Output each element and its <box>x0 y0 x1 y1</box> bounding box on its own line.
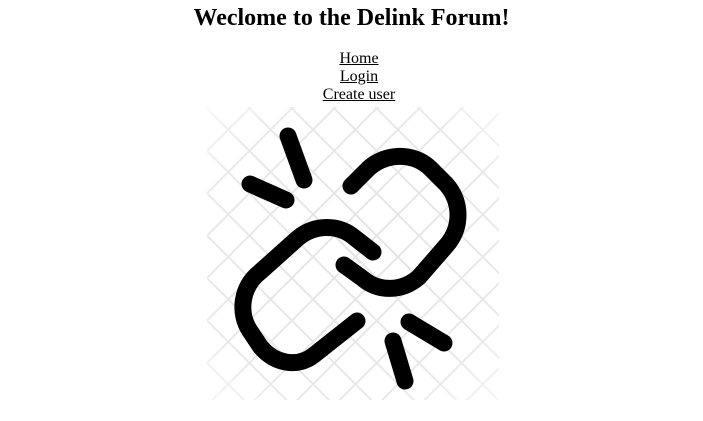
main-nav: Home Login Create user <box>0 50 703 104</box>
nav-link-create-user[interactable]: Create user <box>323 86 395 104</box>
nav-link-login[interactable]: Login <box>340 68 378 86</box>
logo-background-fade <box>207 107 499 400</box>
page-title: Weclome to the Delink Forum! <box>193 5 510 31</box>
spark-line-lower-vertical <box>384 332 414 390</box>
broken-link-icon <box>207 107 499 400</box>
nav-link-home[interactable]: Home <box>339 50 378 68</box>
page: Weclome to the Delink Forum! Home Login … <box>0 0 703 421</box>
